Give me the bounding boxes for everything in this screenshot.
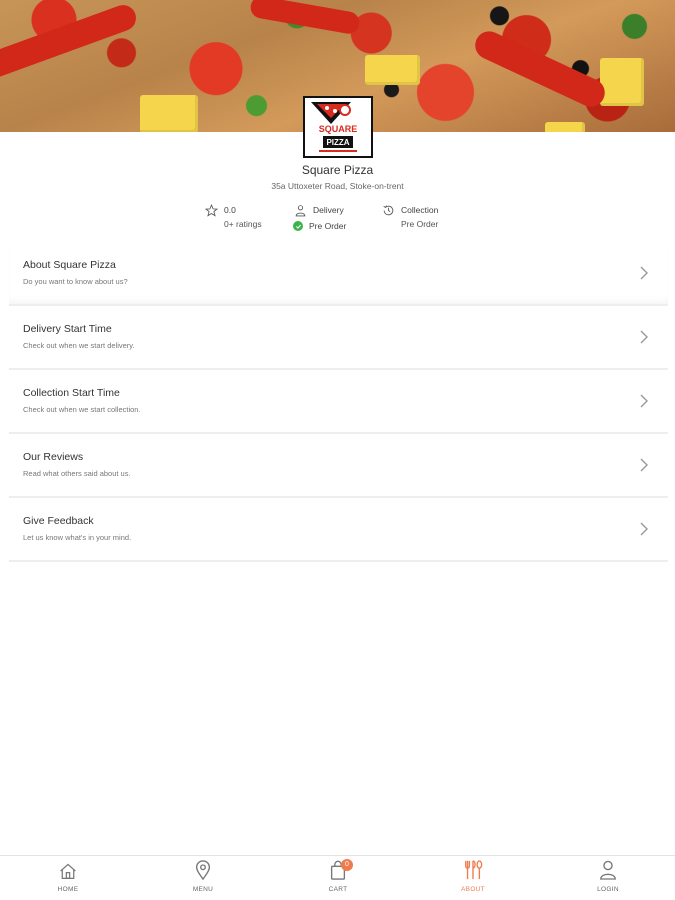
check-circle-icon (293, 221, 303, 231)
list-item-our-reviews[interactable]: Our Reviews Read what others said about … (9, 434, 668, 498)
tab-menu[interactable]: MENU (163, 856, 243, 900)
list-item-subtitle: Check out when we start collection. (23, 405, 141, 414)
tab-label: CART (328, 886, 348, 893)
collection-status: Pre Order (401, 219, 439, 229)
delivery-status: Pre Order (309, 221, 347, 231)
list-item-delivery-start-time[interactable]: Delivery Start Time Check out when we st… (9, 306, 668, 370)
chevron-right-icon (640, 458, 648, 472)
collection-label: Collection (401, 205, 439, 215)
list-item-title: About Square Pizza (23, 259, 116, 271)
list-item-subtitle: Check out when we start delivery. (23, 341, 135, 350)
bottom-tab-bar: HOME MENU 0 CART ABOUT LOGIN (0, 855, 675, 900)
ratings-count: 0+ ratings (224, 219, 262, 229)
delivery-person-icon (293, 203, 307, 217)
list-item-title: Delivery Start Time (23, 323, 112, 335)
list-item-title: Our Reviews (23, 451, 84, 463)
list-item-subtitle: Read what others said about us. (23, 469, 131, 478)
cart-count-badge: 0 (341, 859, 353, 871)
list-item-collection-start-time[interactable]: Collection Start Time Check out when we … (9, 370, 668, 434)
chevron-right-icon (640, 522, 648, 536)
list-item-subtitle: Let us know what's in your mind. (23, 533, 132, 542)
user-icon (568, 856, 648, 880)
list-item-title: Give Feedback (23, 515, 94, 527)
tab-about[interactable]: ABOUT (433, 856, 513, 900)
rating-stat: 0.0 0+ ratings (204, 203, 262, 229)
tab-home[interactable]: HOME (28, 856, 108, 900)
home-icon (28, 856, 108, 880)
tab-label: MENU (192, 886, 214, 893)
tab-login[interactable]: LOGIN (568, 856, 648, 900)
tab-label: LOGIN (597, 886, 619, 893)
history-clock-icon (381, 203, 395, 217)
delivery-label: Delivery (313, 205, 344, 215)
cutlery-icon (433, 856, 513, 880)
list-item-give-feedback[interactable]: Give Feedback Let us know what's in your… (9, 498, 668, 562)
store-name: Square Pizza (301, 163, 374, 177)
store-logo: SQUARE PIZZA (303, 96, 373, 158)
svg-text:PIZZA: PIZZA (326, 138, 349, 147)
store-address: 35a Uttoxeter Road, Stoke-on-trent (271, 181, 404, 191)
list-item-title: Collection Start Time (23, 387, 120, 399)
tab-label: HOME (57, 886, 79, 893)
tab-label: ABOUT (461, 886, 485, 893)
list-item-subtitle: Do you want to know about us? (23, 277, 128, 286)
about-options-list: About Square Pizza Do you want to know a… (9, 242, 668, 562)
list-item-about[interactable]: About Square Pizza Do you want to know a… (9, 242, 668, 306)
chevron-right-icon (640, 394, 648, 408)
svg-text:SQUARE: SQUARE (319, 124, 358, 134)
rating-value: 0.0 (224, 205, 236, 215)
delivery-stat: Delivery Pre Order (293, 203, 346, 233)
location-pin-icon (163, 856, 243, 880)
chevron-right-icon (640, 266, 648, 280)
star-icon (204, 203, 218, 217)
tab-cart[interactable]: 0 CART (298, 856, 378, 900)
chevron-right-icon (640, 330, 648, 344)
collection-stat: Collection Pre Order (381, 203, 438, 229)
shopping-bag-icon (298, 856, 378, 880)
